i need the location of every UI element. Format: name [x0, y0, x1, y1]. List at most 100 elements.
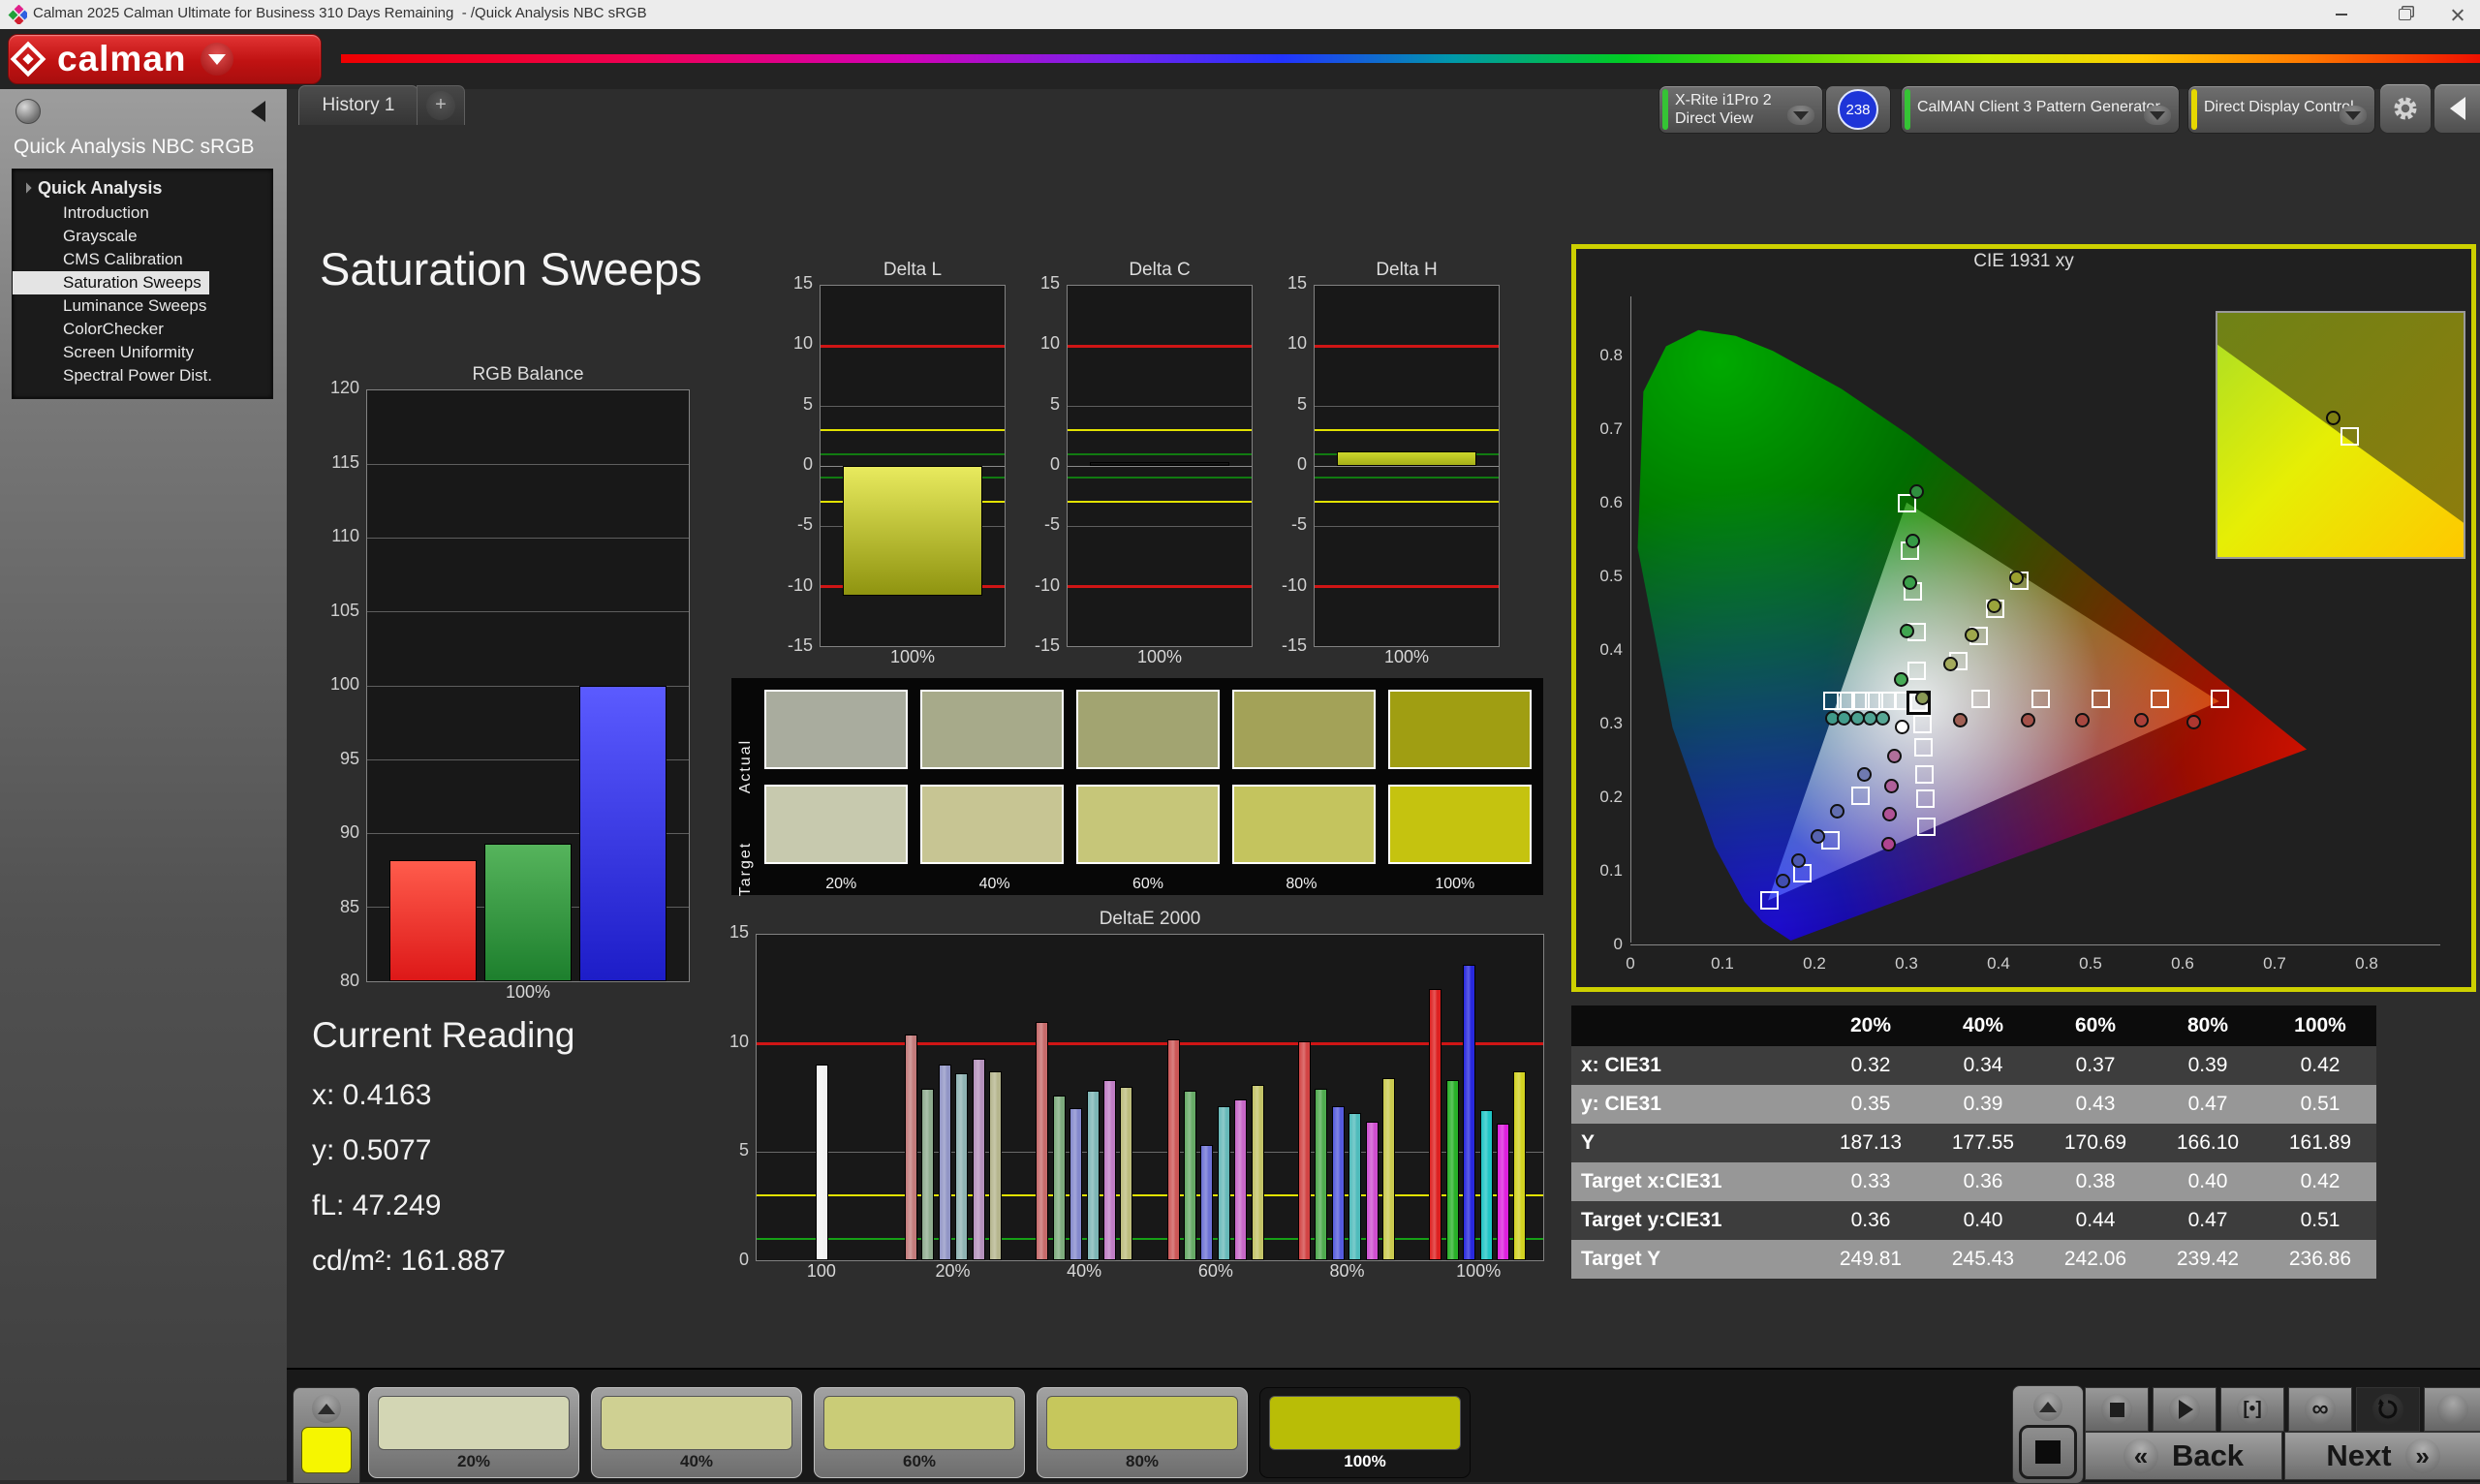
table-row: Y187.13177.55170.69166.10161.89	[1571, 1124, 2376, 1162]
measured-circle-marker	[1887, 749, 1902, 763]
sidebar-item-spectral-power-dist-[interactable]: Spectral Power Dist.	[13, 364, 272, 387]
delta-bar	[1090, 462, 1229, 466]
meter-dropdown-arrow[interactable]	[1787, 106, 1814, 125]
workflow-sidebar: Quick Analysis NBC sRGB Quick Analysis I…	[0, 89, 287, 1480]
y-tick-label: -10	[788, 575, 813, 596]
measured-circle-marker	[1830, 804, 1844, 819]
measured-circle-marker	[1811, 829, 1825, 844]
display-control-dropdown[interactable]: Direct Display Control	[2187, 85, 2375, 134]
row-label: x: CIE31	[1571, 1046, 1814, 1085]
table-cell: 242.06	[2039, 1240, 2152, 1279]
measured-circle-marker	[1876, 711, 1890, 726]
sidebar-item-cms-calibration[interactable]: CMS Calibration	[13, 248, 272, 271]
settings-button[interactable]	[2379, 83, 2432, 134]
limit-line-green	[757, 1238, 1543, 1240]
collapse-panel-button[interactable]	[2434, 83, 2480, 134]
limit-line	[821, 453, 1005, 455]
deltae-bar	[905, 1035, 917, 1260]
measure-continuous-button[interactable]: ∞	[2288, 1387, 2352, 1432]
stop-pattern-button[interactable]	[2019, 1425, 2077, 1479]
target-swatch-20%	[764, 785, 908, 864]
sample-button-20%[interactable]: 20%	[368, 1387, 579, 1478]
brand-menu-chevron[interactable]	[201, 43, 233, 76]
pattern-control-bar: 20%40%60%80%100% [•] ∞ « Back Next »	[287, 1368, 2480, 1482]
next-label: Next	[2326, 1438, 2391, 1473]
table-cell: 0.36	[1927, 1162, 2039, 1201]
cie1931-panel[interactable]: CIE 1931 xy 00.10.20.30.40.50.60.70.800.…	[1571, 244, 2476, 992]
transport-stop-button[interactable]	[2085, 1387, 2149, 1432]
tab-history-1[interactable]: History 1	[298, 85, 418, 125]
generator-dropdown-arrow[interactable]	[2144, 106, 2171, 125]
maximize-button[interactable]	[2382, 0, 2427, 29]
reading-fl: fL: 47.249	[312, 1190, 574, 1222]
sample-swatch	[823, 1396, 1015, 1450]
current-reading-title: Current Reading	[312, 1015, 574, 1056]
x-group-label: 80%	[1282, 1261, 1413, 1286]
measured-circle-marker	[1895, 720, 1909, 734]
limit-line	[1068, 453, 1252, 455]
y-tick-label: -10	[1282, 575, 1307, 596]
sync-button[interactable]	[2356, 1387, 2420, 1432]
y-tick-label: 105	[330, 601, 359, 621]
sidebar-collapse-icon[interactable]	[251, 101, 265, 122]
delta-l-chart: Delta L-15-10-5051015100%	[773, 260, 1006, 672]
tree-root-quick-analysis[interactable]: Quick Analysis	[13, 175, 272, 201]
x-tick-label: 0.2	[1801, 954, 1828, 974]
close-button[interactable]	[2435, 0, 2480, 29]
sample-button-40%[interactable]: 40%	[591, 1387, 802, 1478]
sidebar-item-saturation-sweeps[interactable]: Saturation Sweeps	[13, 271, 209, 294]
table-cell: 0.33	[1814, 1162, 1927, 1201]
transport-play-button[interactable]	[2153, 1387, 2216, 1432]
extra-round-button[interactable]	[2424, 1387, 2480, 1432]
tree-expander-icon[interactable]	[20, 182, 31, 193]
y-tick-label: 5	[1297, 394, 1307, 415]
measure-single-button[interactable]: [•]	[2220, 1387, 2284, 1432]
measured-circle-marker	[1894, 672, 1908, 687]
next-button[interactable]: Next »	[2284, 1432, 2480, 1480]
sidebar-item-introduction[interactable]: Introduction	[13, 201, 272, 225]
pattern-generator-dropdown[interactable]: CalMAN Client 3 Pattern Generator	[1901, 85, 2180, 134]
y-tick-label: 10	[1040, 333, 1060, 354]
pattern-stop-panel[interactable]	[2012, 1385, 2084, 1484]
calman-menu-button[interactable]: calman	[8, 34, 322, 84]
pattern-options-button[interactable]	[2033, 1392, 2062, 1421]
spectrum-strip	[341, 54, 2480, 63]
page-title: Saturation Sweeps	[320, 242, 702, 295]
sample-button-80%[interactable]: 80%	[1037, 1387, 1248, 1478]
chevron-down-icon	[2150, 111, 2165, 120]
limit-line	[1315, 501, 1499, 503]
pattern-window-panel[interactable]	[293, 1387, 360, 1484]
y-tick-label: 115	[331, 452, 359, 473]
meter-dropdown[interactable]: X-Rite i1Pro 2Direct View	[1658, 85, 1823, 134]
target-square-marker	[1971, 690, 1990, 708]
sample-button-60%[interactable]: 60%	[814, 1387, 1025, 1478]
sidebar-item-luminance-sweeps[interactable]: Luminance Sweeps	[13, 294, 272, 318]
target-swatch-100%	[1388, 785, 1532, 864]
limit-line	[1068, 501, 1252, 503]
pattern-popup-button[interactable]	[312, 1394, 341, 1423]
sidebar-item-screen-uniformity[interactable]: Screen Uniformity	[13, 341, 272, 364]
sample-button-100%[interactable]: 100%	[1259, 1387, 1471, 1478]
x-group-label: 20%	[887, 1261, 1019, 1286]
limit-line	[1068, 585, 1252, 588]
x-group-label: 100%	[1412, 1261, 1544, 1286]
measured-circle-marker	[1915, 691, 1930, 705]
sidebar-orb-button[interactable]	[16, 99, 41, 124]
add-tab-button[interactable]: +	[417, 85, 465, 125]
sidebar-item-grayscale[interactable]: Grayscale	[13, 225, 272, 248]
x-axis	[1630, 944, 2440, 945]
stop-icon	[2035, 1440, 2061, 1464]
minimize-button[interactable]	[2319, 0, 2364, 29]
gridline	[821, 406, 1005, 407]
gear-icon	[2391, 94, 2420, 123]
back-chevron-icon: «	[2124, 1438, 2158, 1473]
limit-line	[821, 429, 1005, 431]
display-dropdown-arrow[interactable]	[2340, 106, 2367, 125]
sidebar-item-colorchecker[interactable]: ColorChecker	[13, 318, 272, 341]
gridline	[367, 464, 689, 465]
deltae-bar	[1366, 1122, 1379, 1260]
gridline	[367, 611, 689, 612]
back-button[interactable]: « Back	[2085, 1432, 2282, 1480]
chevron-down-icon	[1793, 111, 1809, 120]
deltae-bar	[1252, 1085, 1264, 1260]
